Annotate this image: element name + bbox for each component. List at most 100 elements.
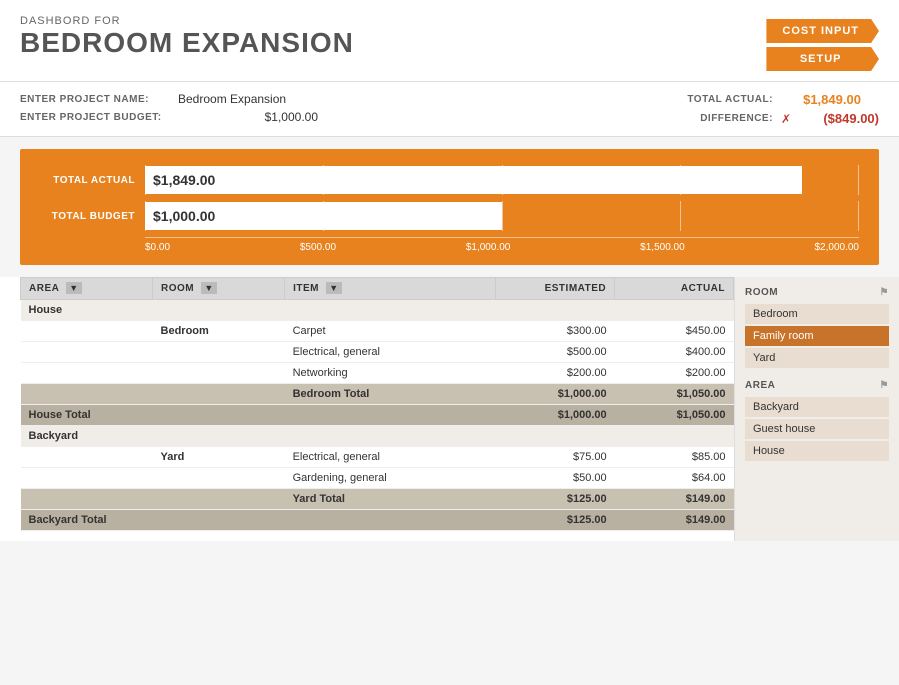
cell-actual: $450.00 — [615, 321, 734, 342]
area-filter-item[interactable]: Backyard — [745, 397, 889, 417]
cell-actual: $149.00 — [615, 489, 734, 510]
cell-area: House — [21, 300, 153, 321]
cell-room — [153, 510, 285, 531]
room-filter-title: ROOM ⚑ — [745, 287, 889, 298]
cell-room — [153, 342, 285, 363]
chart-section: TOTAL ACTUAL $1,849.00 TOTAL BUDGET $1,0… — [20, 149, 879, 265]
col-actual-header: ACTUAL — [615, 278, 734, 300]
cell-room — [153, 426, 285, 447]
room-filter-item[interactable]: Family room — [745, 326, 889, 346]
col-item-header[interactable]: ITEM ▼ — [285, 278, 496, 300]
table-row: Backyard Total $125.00 $149.00 — [21, 510, 734, 531]
cell-estimated: $50.00 — [496, 468, 615, 489]
cell-item — [285, 300, 496, 321]
room-filter-sort-icon[interactable]: ⚑ — [880, 287, 889, 298]
difference-x-icon: ✗ — [781, 112, 791, 126]
header-left: DASHBORD FOR BEDROOM EXPANSION — [20, 15, 354, 59]
cell-area: Backyard Total — [21, 510, 153, 531]
chart-actual-row: TOTAL ACTUAL $1,849.00 — [40, 165, 859, 195]
setup-button[interactable]: SETUP — [766, 47, 879, 71]
project-name-label: ENTER PROJECT NAME: — [20, 94, 170, 105]
project-budget-value: $1,000.00 — [178, 110, 318, 124]
cell-area: House Total — [21, 405, 153, 426]
cost-input-button[interactable]: COST INPUT — [766, 19, 879, 43]
chart-budget-bar: $1,000.00 — [145, 202, 502, 230]
room-filter-item[interactable]: Bedroom — [745, 304, 889, 324]
cell-actual: $200.00 — [615, 363, 734, 384]
cell-estimated: $1,000.00 — [496, 384, 615, 405]
cell-item: Electrical, general — [285, 447, 496, 468]
area-filter-sort-icon[interactable]: ⚑ — [880, 380, 889, 391]
cell-estimated: $75.00 — [496, 447, 615, 468]
area-filter-section: AREA ⚑ BackyardGuest houseHouse — [745, 380, 889, 461]
project-info: ENTER PROJECT NAME: Bedroom Expansion EN… — [0, 82, 899, 137]
cell-area — [21, 489, 153, 510]
chart-actual-bar: $1,849.00 — [145, 166, 802, 194]
cell-area — [21, 342, 153, 363]
area-filter-title: AREA ⚑ — [745, 380, 889, 391]
main-content: AREA ▼ ROOM ▼ ITEM ▼ ESTIMATED ACTUAL — [0, 277, 899, 541]
project-name-value: Bedroom Expansion — [178, 92, 318, 106]
cell-actual: $64.00 — [615, 468, 734, 489]
difference-label: DIFFERENCE: — [653, 113, 773, 124]
total-actual-value: $1,849.00 — [781, 92, 861, 107]
cell-room — [153, 405, 285, 426]
cell-item — [285, 510, 496, 531]
cell-area — [21, 447, 153, 468]
cell-estimated: $300.00 — [496, 321, 615, 342]
cell-room: Bedroom — [153, 321, 285, 342]
item-filter-icon[interactable]: ▼ — [326, 282, 341, 294]
area-filter-item[interactable]: House — [745, 441, 889, 461]
area-filter-icon[interactable]: ▼ — [66, 282, 81, 294]
cell-estimated: $125.00 — [496, 510, 615, 531]
chart-budget-label: TOTAL BUDGET — [40, 211, 145, 222]
total-actual-label: TOTAL ACTUAL: — [653, 94, 773, 105]
cell-area: Backyard — [21, 426, 153, 447]
col-area-header[interactable]: AREA ▼ — [21, 278, 153, 300]
cell-estimated: $500.00 — [496, 342, 615, 363]
total-actual-row: TOTAL ACTUAL: $1,849.00 — [653, 92, 879, 107]
axis-label-1: $500.00 — [300, 242, 336, 253]
cell-room — [153, 300, 285, 321]
cell-estimated: $125.00 — [496, 489, 615, 510]
room-filter-item[interactable]: Yard — [745, 348, 889, 368]
cell-actual: $85.00 — [615, 447, 734, 468]
filter-panel: ROOM ⚑ BedroomFamily roomYard AREA ⚑ Bac… — [734, 277, 899, 541]
table-row: Networking $200.00 $200.00 — [21, 363, 734, 384]
table-row: Bedroom Carpet $300.00 $450.00 — [21, 321, 734, 342]
table-row: Electrical, general $500.00 $400.00 — [21, 342, 734, 363]
cell-item — [285, 405, 496, 426]
cell-actual: $400.00 — [615, 342, 734, 363]
project-budget-row: ENTER PROJECT BUDGET: $1,000.00 — [20, 110, 318, 124]
info-right: TOTAL ACTUAL: $1,849.00 DIFFERENCE: ✗ ($… — [653, 92, 879, 126]
page-title: BEDROOM EXPANSION — [20, 27, 354, 59]
table-row: House — [21, 300, 734, 321]
cell-item — [285, 426, 496, 447]
cell-item: Yard Total — [285, 489, 496, 510]
cell-room — [153, 489, 285, 510]
axis-label-2: $1,000.00 — [466, 242, 511, 253]
col-estimated-header: ESTIMATED — [496, 278, 615, 300]
cell-item: Electrical, general — [285, 342, 496, 363]
difference-row: DIFFERENCE: ✗ ($849.00) — [653, 111, 879, 126]
cell-actual: $1,050.00 — [615, 384, 734, 405]
chart-budget-row: TOTAL BUDGET $1,000.00 — [40, 201, 859, 231]
cell-room — [153, 384, 285, 405]
cell-item: Carpet — [285, 321, 496, 342]
cell-estimated: $200.00 — [496, 363, 615, 384]
area-filter-items: BackyardGuest houseHouse — [745, 397, 889, 461]
chart-budget-bar-container: $1,000.00 — [145, 201, 859, 231]
cell-area — [21, 384, 153, 405]
room-filter-items: BedroomFamily roomYard — [745, 304, 889, 368]
table-row: Yard Total $125.00 $149.00 — [21, 489, 734, 510]
header: DASHBORD FOR BEDROOM EXPANSION COST INPU… — [0, 0, 899, 82]
col-room-header[interactable]: ROOM ▼ — [153, 278, 285, 300]
cell-item: Bedroom Total — [285, 384, 496, 405]
cell-area — [21, 468, 153, 489]
room-filter-icon[interactable]: ▼ — [201, 282, 216, 294]
cell-actual — [615, 426, 734, 447]
cell-room: Yard — [153, 447, 285, 468]
cell-estimated — [496, 300, 615, 321]
area-filter-item[interactable]: Guest house — [745, 419, 889, 439]
chart-axis: $0.00 $500.00 $1,000.00 $1,500.00 $2,000… — [145, 237, 859, 253]
